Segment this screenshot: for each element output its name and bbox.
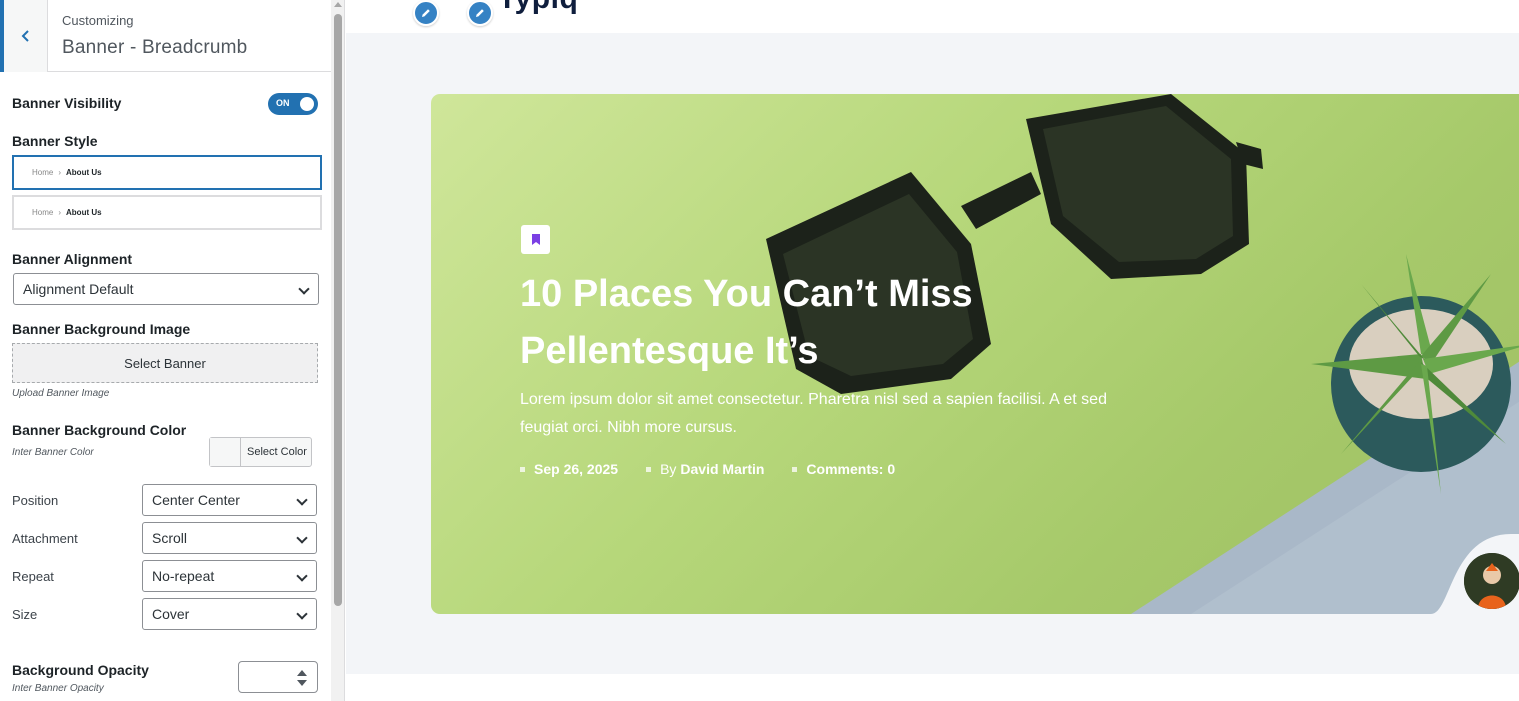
banner-alignment-select[interactable]: Alignment Default bbox=[13, 273, 319, 305]
post-meta: Sep 26, 2025 By David Martin Comments: 0 bbox=[520, 461, 923, 477]
crumb-home: Home bbox=[32, 168, 54, 177]
avatar-illustration bbox=[1464, 553, 1519, 609]
meta-bullet bbox=[792, 466, 798, 472]
position-label: Position bbox=[12, 493, 59, 508]
attachment-select[interactable]: Scroll bbox=[142, 522, 317, 554]
chevron-left-icon bbox=[21, 30, 29, 42]
pencil-icon bbox=[422, 9, 430, 17]
customizing-label: Customizing bbox=[62, 13, 134, 28]
meta-comments[interactable]: Comments: 0 bbox=[792, 461, 895, 477]
banner-style-option-1[interactable]: Home › About Us bbox=[12, 155, 322, 190]
banner-bg-image-label: Banner Background Image bbox=[12, 321, 191, 337]
scroll-up-icon[interactable] bbox=[334, 2, 342, 7]
repeat-label: Repeat bbox=[12, 569, 54, 584]
author-avatar[interactable] bbox=[1464, 553, 1519, 609]
banner-alignment-value: Alignment Default bbox=[23, 281, 134, 297]
panel-header: Customizing Banner - Breadcrumb bbox=[0, 0, 331, 72]
chevron-down-icon bbox=[296, 608, 308, 620]
back-button[interactable] bbox=[0, 0, 48, 72]
meta-date: Sep 26, 2025 bbox=[520, 461, 618, 477]
color-swatch bbox=[210, 438, 241, 466]
crumb-home: Home bbox=[32, 208, 54, 217]
crumb-current: About Us bbox=[66, 208, 102, 217]
chevron-down-icon bbox=[296, 494, 308, 506]
banner-alignment-label: Banner Alignment bbox=[12, 251, 133, 267]
site-preview: Typiq bbox=[346, 0, 1519, 701]
banner-visibility-toggle[interactable]: ON bbox=[268, 93, 318, 115]
meta-author[interactable]: By David Martin bbox=[646, 461, 764, 477]
size-label: Size bbox=[12, 607, 38, 622]
attachment-label: Attachment bbox=[12, 531, 78, 546]
position-value: Center Center bbox=[152, 492, 240, 508]
toggle-state-text: ON bbox=[276, 98, 290, 108]
banner-bg-color-label: Banner Background Color bbox=[12, 422, 187, 438]
edit-shortcut-button[interactable] bbox=[413, 0, 439, 26]
site-logo[interactable]: Typiq bbox=[498, 0, 578, 16]
hero-title[interactable]: 10 Places You Can’t Miss Pellentesque It… bbox=[520, 266, 1140, 380]
bookmark-badge bbox=[521, 225, 550, 254]
banner-visibility-label: Banner Visibility bbox=[12, 95, 122, 111]
chevron-down-icon bbox=[298, 283, 310, 295]
pencil-icon bbox=[476, 9, 484, 17]
spin-down-icon[interactable] bbox=[297, 680, 307, 686]
size-value: Cover bbox=[152, 606, 190, 622]
banner-bg-image-desc: Upload Banner Image bbox=[12, 388, 110, 399]
banner-style-label: Banner Style bbox=[12, 133, 98, 149]
repeat-select[interactable]: No-repeat bbox=[142, 560, 317, 592]
customizer-panel: Customizing Banner - Breadcrumb Banner V… bbox=[0, 0, 345, 701]
hero-excerpt: Lorem ipsum dolor sit amet consectetur. … bbox=[520, 391, 1107, 436]
edit-logo-button[interactable] bbox=[467, 0, 493, 26]
position-select[interactable]: Center Center bbox=[142, 484, 317, 516]
bg-opacity-label: Background Opacity bbox=[12, 662, 149, 678]
banner-style-option-2[interactable]: Home › About Us bbox=[12, 195, 322, 230]
repeat-value: No-repeat bbox=[152, 568, 215, 584]
site-content-strip bbox=[346, 674, 1519, 701]
panel-scrollbar-thumb[interactable] bbox=[334, 14, 342, 606]
toggle-knob bbox=[300, 97, 314, 111]
chevron-down-icon bbox=[296, 532, 308, 544]
bg-opacity-input[interactable] bbox=[238, 661, 318, 693]
meta-author-prefix: By bbox=[660, 461, 677, 477]
bg-opacity-desc: Inter Banner Opacity bbox=[12, 683, 104, 694]
banner-bg-color-desc: Inter Banner Color bbox=[12, 447, 94, 458]
site-header: Typiq bbox=[346, 0, 1519, 33]
meta-bullet bbox=[520, 466, 525, 472]
hero-banner: 10 Places You Can’t Miss Pellentesque It… bbox=[431, 94, 1519, 614]
meta-comments-text[interactable]: Comments: 0 bbox=[806, 461, 895, 477]
size-select[interactable]: Cover bbox=[142, 598, 317, 630]
select-color-button[interactable]: Select Color bbox=[209, 437, 312, 467]
spin-up-icon[interactable] bbox=[297, 670, 307, 676]
panel-title: Banner - Breadcrumb bbox=[62, 37, 248, 58]
bookmark-icon bbox=[531, 234, 540, 245]
meta-author-name[interactable]: David Martin bbox=[680, 461, 764, 477]
select-banner-button[interactable]: Select Banner bbox=[12, 343, 318, 383]
meta-bullet bbox=[646, 466, 652, 472]
chevron-down-icon bbox=[296, 570, 308, 582]
crumb-separator-icon: › bbox=[58, 168, 62, 177]
meta-date-text: Sep 26, 2025 bbox=[534, 461, 619, 477]
crumb-separator-icon: › bbox=[58, 208, 62, 217]
crumb-current: About Us bbox=[66, 168, 102, 177]
select-color-label: Select Color bbox=[247, 446, 307, 458]
attachment-value: Scroll bbox=[152, 530, 188, 546]
